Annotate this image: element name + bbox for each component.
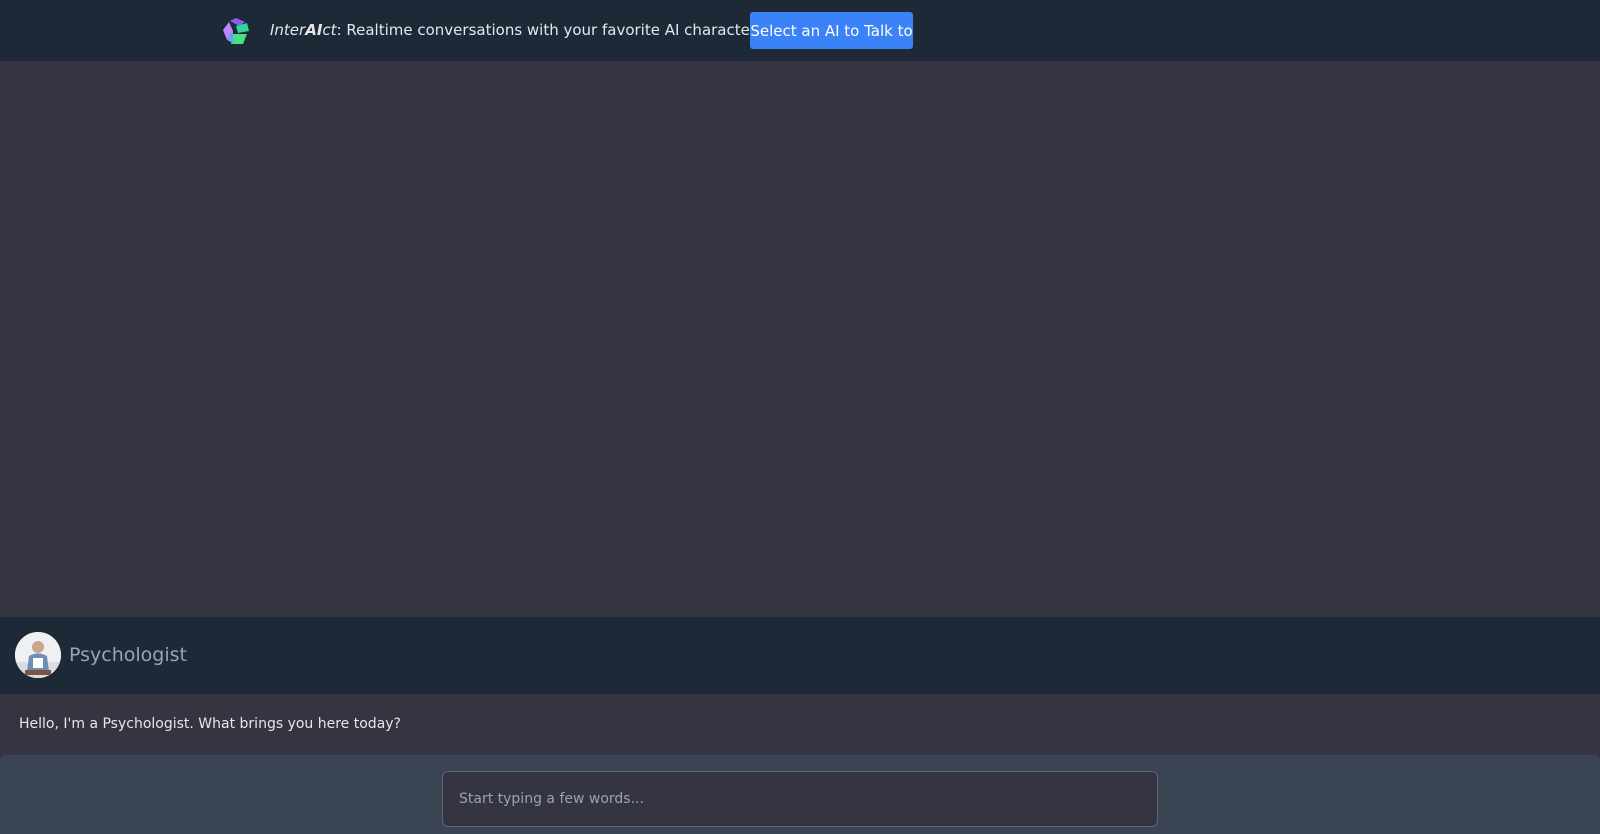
- character-name: Psychologist: [69, 644, 187, 666]
- conversation-area: Hello, I'm a Psychologist. What brings y…: [0, 694, 1600, 755]
- chat-input[interactable]: [442, 771, 1158, 827]
- top-navigation-bar: InterAIct: Realtime conversations with y…: [0, 0, 1600, 61]
- app-tagline: InterAIct: Realtime conversations with y…: [270, 19, 756, 41]
- avatar: [15, 632, 61, 678]
- cube-logo-icon: [223, 18, 249, 44]
- psychologist-avatar-icon: [15, 632, 61, 678]
- tagline-text: : Realtime conversations with your favor…: [336, 21, 757, 39]
- brand-name: InterAIct: [270, 21, 337, 39]
- empty-stage: [0, 61, 1600, 617]
- character-header: Psychologist: [0, 617, 1600, 694]
- select-ai-button[interactable]: Select an AI to Talk to: [750, 12, 913, 49]
- composer-bar: [0, 755, 1600, 834]
- assistant-message: Hello, I'm a Psychologist. What brings y…: [19, 716, 401, 732]
